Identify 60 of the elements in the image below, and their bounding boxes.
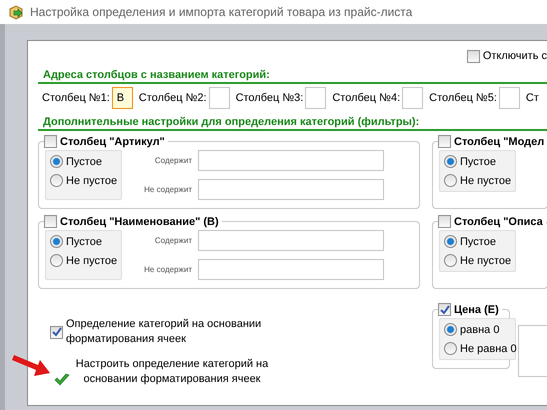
radio-label: Пустое xyxy=(66,156,102,168)
column-label: Ст xyxy=(526,92,539,104)
field-label: Не содержит xyxy=(143,185,192,194)
radio-button[interactable] xyxy=(444,174,457,187)
checkbox[interactable] xyxy=(438,135,451,148)
radio-label: Не пустое xyxy=(460,174,512,186)
radio-label: Пустое xyxy=(460,236,496,248)
radio-button[interactable] xyxy=(444,323,457,336)
radio-label: Пустое xyxy=(460,156,496,168)
radio-button[interactable] xyxy=(444,235,457,248)
checkbox[interactable] xyxy=(50,326,63,338)
radio-label: Не пустое xyxy=(66,254,118,266)
radio-label: Не равна 0 xyxy=(460,342,517,354)
radio-button[interactable] xyxy=(444,254,457,267)
radio-label: Не пустое xyxy=(460,254,512,266)
app-icon xyxy=(8,4,24,20)
radio-button[interactable] xyxy=(444,155,457,168)
column-field[interactable]: B xyxy=(112,87,133,109)
section-header: Адреса столбцов с названием категорий: xyxy=(38,65,547,84)
side-panel xyxy=(518,325,547,377)
column-field[interactable] xyxy=(305,87,326,109)
window-title: Настройка определения и импорта категорий товара из прайс-листа xyxy=(30,5,412,19)
checkbox[interactable] xyxy=(44,215,57,228)
checkmark-icon xyxy=(54,373,70,387)
radio-button[interactable] xyxy=(50,174,63,187)
radio-label: равна 0 xyxy=(460,324,500,336)
input-field[interactable] xyxy=(198,259,384,280)
column-label: Столбец №2: xyxy=(138,92,207,104)
checkbox[interactable] xyxy=(466,50,480,62)
column-field[interactable] xyxy=(208,87,230,109)
section-header: Дополнительные настройки для определения категорий (фильтры): xyxy=(38,112,547,131)
input-field[interactable] xyxy=(198,230,384,251)
group-title: Столбец "Модел xyxy=(454,136,544,148)
column-label: Столбец №3: xyxy=(236,92,304,104)
field-label: Не содержит xyxy=(143,265,192,274)
group-title: Столбец "Наименование" (B) xyxy=(60,216,219,228)
group-title: Столбец "Артикул" xyxy=(60,136,165,148)
field-label: Содержит xyxy=(154,156,192,165)
group-title: Цена (E) xyxy=(454,304,499,316)
checkbox-label: Отключить с xyxy=(482,50,547,62)
checkbox[interactable] xyxy=(438,215,451,228)
column-field[interactable] xyxy=(498,87,520,109)
radio-button[interactable] xyxy=(50,235,63,248)
checkbox[interactable] xyxy=(44,135,57,148)
column-label: Столбец №4: xyxy=(332,92,400,104)
radio-button[interactable] xyxy=(50,254,63,267)
radio-button[interactable] xyxy=(444,342,457,355)
checkbox-label: Определение категорий на основании форматирования ячеек xyxy=(66,317,262,347)
column-field[interactable] xyxy=(402,87,424,109)
radio-label: Пустое xyxy=(66,236,102,248)
column-label: Столбец №5: xyxy=(429,92,497,104)
field-label: Содержит xyxy=(154,236,192,245)
radio-button[interactable] xyxy=(50,155,63,168)
column-label: Столбец №1: xyxy=(42,92,110,104)
radio-label: Не пустое xyxy=(66,174,118,186)
configure-link[interactable]: Настроить определение категорий на основании форматирования ячеек xyxy=(72,357,272,387)
checkbox[interactable] xyxy=(438,303,451,316)
input-field[interactable] xyxy=(198,150,384,171)
group-title: Столбец "Описа xyxy=(454,216,543,228)
input-field[interactable] xyxy=(198,179,384,200)
